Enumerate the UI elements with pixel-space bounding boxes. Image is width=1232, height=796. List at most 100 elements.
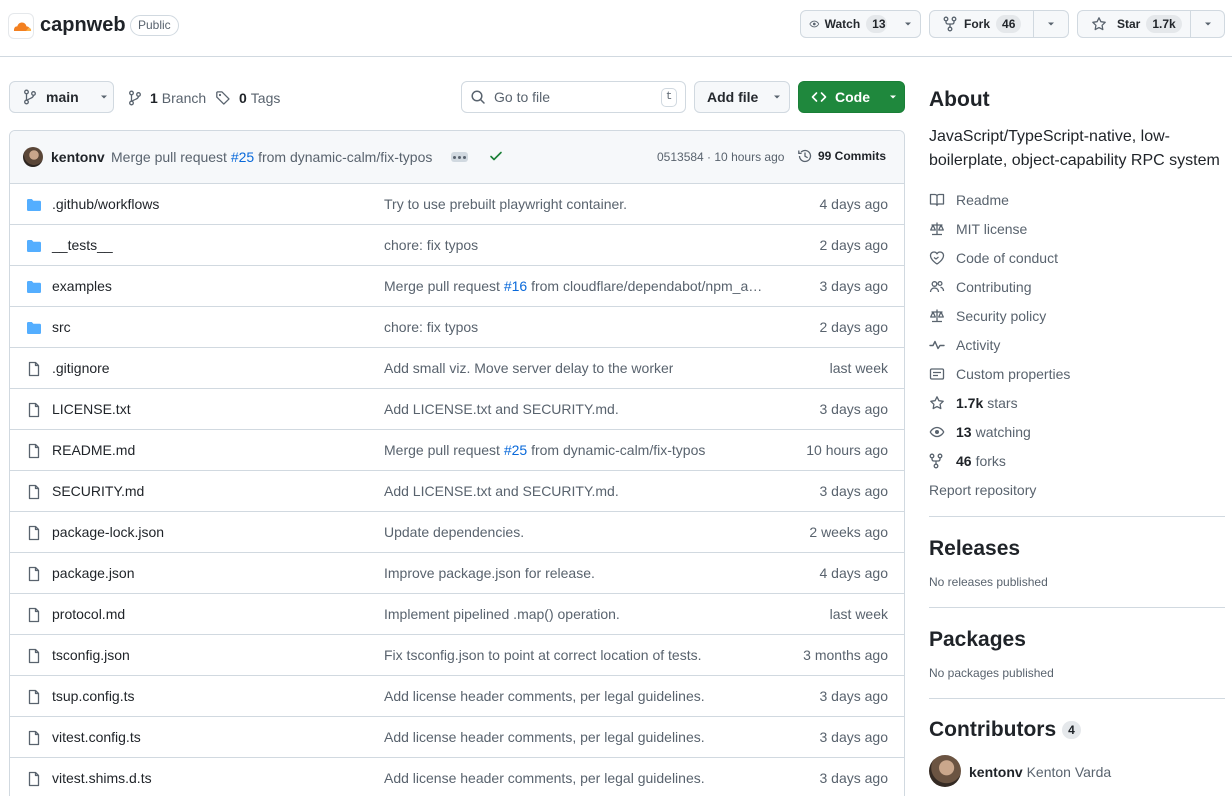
file-row[interactable]: package.json Improve package.json for rel… — [10, 553, 904, 594]
file-row[interactable]: .github/workflows Try to use prebuilt pla… — [10, 184, 904, 225]
commit-message[interactable]: Merge pull request #25 from dynamic-calm… — [111, 149, 432, 165]
file-name[interactable]: .gitignore — [52, 360, 110, 376]
commit-details-toggle[interactable] — [451, 152, 468, 162]
packages-heading[interactable]: Packages — [929, 628, 1225, 652]
fork-button[interactable]: Fork 46 — [929, 10, 1069, 38]
file-icon — [26, 484, 42, 500]
file-commit-message[interactable]: Add LICENSE.txt and SECURITY.md. — [384, 483, 619, 499]
file-commit-message[interactable]: Improve package.json for release. — [384, 565, 595, 581]
file-commit-pr-link[interactable]: #25 — [504, 442, 527, 458]
star-button[interactable]: Star 1.7k — [1077, 10, 1225, 38]
file-row[interactable]: protocol.md Implement pipelined .map() op… — [10, 594, 904, 635]
contributors-heading[interactable]: Contributors 4 — [929, 718, 1225, 742]
file-row[interactable]: .gitignore Add small viz. Move server del… — [10, 348, 904, 389]
contributor-entry[interactable]: kentonv Kenton Varda — [969, 764, 1111, 780]
file-commit-date: last week — [829, 606, 888, 622]
file-name[interactable]: vitest.config.ts — [52, 729, 141, 745]
file-commit-message[interactable]: Fix tsconfig.json to point at correct lo… — [384, 647, 701, 663]
watching-link[interactable]: 13 watching — [929, 422, 1031, 442]
file-row[interactable]: examples Merge pull request #16 from clou… — [10, 266, 904, 307]
file-name[interactable]: package.json — [52, 565, 135, 581]
contributor-avatar[interactable] — [929, 755, 961, 787]
stars-link[interactable]: 1.7k stars — [929, 393, 1018, 413]
triangle-down-icon — [100, 95, 107, 99]
file-commit-message[interactable]: Add small viz. Move server delay to the … — [384, 360, 673, 376]
file-commit-message[interactable]: Implement pipelined .map() operation. — [384, 606, 620, 622]
go-to-file-input[interactable] — [494, 89, 654, 105]
file-name[interactable]: tsconfig.json — [52, 647, 130, 663]
file-row[interactable]: __tests__ chore: fix typos 2 days ago — [10, 225, 904, 266]
people-icon — [929, 279, 945, 295]
about-link-mit-license[interactable]: MIT license — [929, 219, 1027, 239]
file-row[interactable]: tsup.config.ts Add license header comment… — [10, 676, 904, 717]
commit-hash-time[interactable]: 0513584 · 10 hours ago — [657, 150, 784, 164]
check-icon[interactable] — [488, 148, 504, 164]
branches-link[interactable]: 1 Branch — [128, 88, 206, 108]
report-repository-link[interactable]: Report repository — [929, 480, 1036, 500]
file-commit-message[interactable]: chore: fix typos — [384, 237, 478, 253]
about-link-activity[interactable]: Activity — [929, 335, 1000, 355]
about-link-code-of-conduct[interactable]: Code of conduct — [929, 248, 1058, 268]
file-commit-message[interactable]: Merge pull request #25 from dynamic-calm… — [384, 442, 705, 458]
commits-count: 99 Commits — [818, 149, 887, 163]
file-name[interactable]: __tests__ — [52, 237, 113, 253]
commit-pr-link[interactable]: #25 — [231, 149, 254, 165]
file-icon — [26, 443, 42, 459]
file-commit-message-text: Update dependencies. — [384, 524, 525, 540]
file-commit-message-text: chore: fix typos — [384, 237, 479, 253]
star-label: Star — [1117, 17, 1141, 31]
file-row[interactable]: README.md Merge pull request #25 from dyn… — [10, 430, 904, 471]
about-link-contributing[interactable]: Contributing — [929, 277, 1032, 297]
file-commit-message[interactable]: Add LICENSE.txt and SECURITY.md. — [384, 401, 619, 417]
forks-link[interactable]: 46 forks — [929, 451, 1006, 471]
about-link-readme[interactable]: Readme — [929, 190, 1009, 210]
file-row[interactable]: tsconfig.json Fix tsconfig.json to point … — [10, 635, 904, 676]
file-row[interactable]: LICENSE.txt Add LICENSE.txt and SECURITY.… — [10, 389, 904, 430]
file-commit-message[interactable]: Update dependencies. — [384, 524, 524, 540]
file-commit-message-prefix: Merge pull request — [384, 442, 500, 458]
file-row[interactable]: vitest.config.ts Add license header comme… — [10, 717, 904, 758]
tag-icon — [216, 91, 230, 105]
file-name[interactable]: protocol.md — [52, 606, 125, 622]
file-commit-pr-link[interactable]: #16 — [504, 278, 527, 294]
file-row[interactable]: src chore: fix typos 2 days ago — [10, 307, 904, 348]
file-row[interactable]: package-lock.json Update dependencies. 2 w… — [10, 512, 904, 553]
file-name[interactable]: .github/workflows — [52, 196, 159, 212]
about-link-security-policy[interactable]: Security policy — [929, 306, 1046, 326]
file-commit-message-text: Add LICENSE.txt and SECURITY.md. — [384, 483, 619, 499]
file-list: .github/workflows Try to use prebuilt pla… — [10, 184, 904, 796]
file-commit-message[interactable]: Merge pull request #16 from cloudflare/d… — [384, 278, 762, 294]
file-row[interactable]: SECURITY.md Add LICENSE.txt and SECURITY.… — [10, 471, 904, 512]
file-name[interactable]: examples — [52, 278, 112, 294]
commit-author[interactable]: kentonv — [51, 149, 105, 165]
file-name[interactable]: package-lock.json — [52, 524, 164, 540]
sidebar-divider — [929, 698, 1225, 699]
file-commit-date: 3 days ago — [819, 278, 889, 294]
owner-avatar[interactable] — [8, 13, 34, 39]
file-name[interactable]: SECURITY.md — [52, 483, 144, 499]
tags-link[interactable]: 0 Tags — [215, 88, 280, 108]
file-commit-message[interactable]: Add license header comments, per legal g… — [384, 770, 705, 786]
file-row[interactable]: vitest.shims.d.ts Add license header comm… — [10, 758, 904, 796]
watch-button[interactable]: Watch 13 — [800, 10, 921, 38]
code-button[interactable]: Code — [798, 81, 905, 113]
repo-name[interactable]: capnweb — [40, 14, 126, 37]
file-commit-message[interactable]: Try to use prebuilt playwright container… — [384, 196, 627, 212]
file-commit-message[interactable]: chore: fix typos — [384, 319, 478, 335]
file-commit-message[interactable]: Add license header comments, per legal g… — [384, 688, 705, 704]
file-name[interactable]: LICENSE.txt — [52, 401, 131, 417]
file-name[interactable]: README.md — [52, 442, 135, 458]
file-name[interactable]: vitest.shims.d.ts — [52, 770, 152, 786]
add-file-button[interactable]: Add file — [694, 81, 790, 113]
triangle-down-icon — [1204, 22, 1211, 26]
stars-count: 1.7k — [956, 395, 984, 411]
releases-heading[interactable]: Releases — [929, 537, 1225, 561]
go-to-file-search[interactable]: t — [461, 81, 686, 113]
file-commit-message[interactable]: Add license header comments, per legal g… — [384, 729, 705, 745]
file-name[interactable]: src — [52, 319, 71, 335]
branch-select-button[interactable]: main — [9, 81, 114, 113]
commits-link[interactable]: 99 Commits — [797, 148, 886, 164]
file-name[interactable]: tsup.config.ts — [52, 688, 135, 704]
about-link-custom-properties[interactable]: Custom properties — [929, 364, 1070, 384]
commit-author-avatar[interactable] — [23, 147, 43, 167]
